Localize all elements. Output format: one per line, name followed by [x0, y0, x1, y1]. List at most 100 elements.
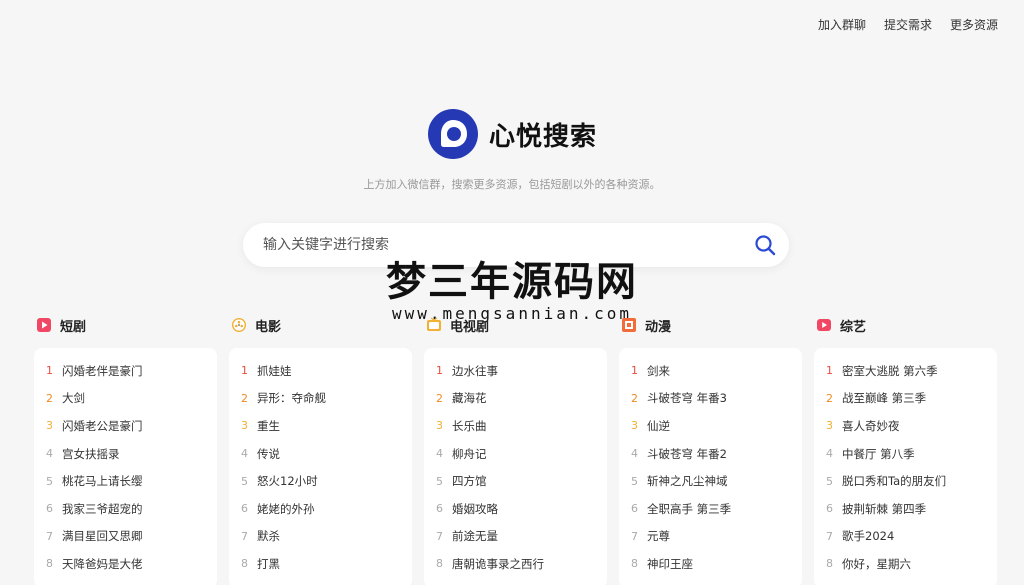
- item-title: 全职高手 第三季: [647, 501, 732, 516]
- submit-request-link[interactable]: 提交需求: [884, 16, 932, 33]
- rank-number: 8: [631, 557, 638, 571]
- list-item[interactable]: 7 满目星回又思卿: [46, 523, 217, 551]
- item-title: 剑来: [647, 363, 670, 378]
- list-item[interactable]: 3 仙逆: [631, 412, 802, 440]
- rank-number: 7: [241, 529, 248, 543]
- list-item[interactable]: 4 中餐厅 第八季: [826, 440, 997, 468]
- list-item[interactable]: 3 喜人奇妙夜: [826, 412, 997, 440]
- list-item[interactable]: 2 战至巅峰 第三季: [826, 385, 997, 413]
- rank-number: 6: [826, 502, 833, 516]
- list-item[interactable]: 1 闪婚老伴是豪门: [46, 357, 217, 385]
- list-item[interactable]: 1 边水往事: [436, 357, 607, 385]
- rank-number: 6: [46, 502, 53, 516]
- column-header[interactable]: 综艺: [814, 314, 997, 336]
- list-item[interactable]: 2 异形：夺命舰: [241, 385, 412, 413]
- list-item[interactable]: 7 默杀: [241, 523, 412, 551]
- column-3: 动漫 1 剑来 2 斗破苍穹 年番3 3 仙逆 4 斗破苍穹 年番2 5 斩神之凡尘神域 6 全职高手 …: [619, 314, 802, 585]
- column-title: 电影: [255, 319, 282, 335]
- column-header[interactable]: 电影: [229, 314, 412, 336]
- item-title: 我家三爷超宠的: [62, 501, 143, 516]
- item-title: 歌手2024: [842, 529, 895, 544]
- item-title: 婚姻攻略: [452, 501, 498, 516]
- list-item[interactable]: 1 剑来: [631, 357, 802, 385]
- list-item[interactable]: 8 神印王座: [631, 550, 802, 578]
- column-title: 电视剧: [450, 319, 490, 335]
- rank-number: 3: [631, 419, 638, 433]
- rank-number: 4: [241, 447, 248, 461]
- more-resources-link[interactable]: 更多资源: [950, 16, 998, 33]
- list-item[interactable]: 6 披荆斩棘 第四季: [826, 495, 997, 523]
- search-button[interactable]: [741, 223, 789, 267]
- list-item[interactable]: 1 密室大逃脱 第六季: [826, 357, 997, 385]
- column-header[interactable]: 动漫: [619, 314, 802, 336]
- rank-number: 7: [46, 529, 53, 543]
- column-title: 综艺: [840, 319, 867, 335]
- list-item[interactable]: 2 大剑: [46, 385, 217, 413]
- column-title: 动漫: [645, 319, 672, 335]
- list-item[interactable]: 8 唐朝诡事录之西行: [436, 550, 607, 578]
- list-item[interactable]: 4 宫女扶摇录: [46, 440, 217, 468]
- rank-number: 6: [241, 502, 248, 516]
- list-item[interactable]: 8 打黑: [241, 550, 412, 578]
- list-item[interactable]: 5 桃花马上请长缨: [46, 467, 217, 495]
- item-title: 唐朝诡事录之西行: [452, 556, 544, 571]
- list-item[interactable]: 4 传说: [241, 440, 412, 468]
- list-item[interactable]: 7 歌手2024: [826, 523, 997, 551]
- rank-number: 2: [436, 391, 443, 405]
- rank-number: 8: [826, 557, 833, 571]
- search-input[interactable]: [243, 223, 741, 267]
- rank-number: 5: [631, 474, 638, 488]
- list-item[interactable]: 7 元尊: [631, 523, 802, 551]
- list-item[interactable]: 2 斗破苍穹 年番3: [631, 385, 802, 413]
- item-title: 闪婚老公是豪门: [62, 418, 143, 433]
- item-title: 默杀: [257, 529, 280, 544]
- column-header[interactable]: 短剧: [34, 314, 217, 336]
- column-4: 综艺 1 密室大逃脱 第六季 2 战至巅峰 第三季 3 喜人奇妙夜 4 中餐厅 第八季 5 脱口秀和…: [814, 314, 997, 585]
- list-item[interactable]: 8 天降爸妈是大佬: [46, 550, 217, 578]
- list-item[interactable]: 6 全职高手 第三季: [631, 495, 802, 523]
- item-title: 仙逆: [647, 418, 670, 433]
- list-item[interactable]: 5 四方馆: [436, 467, 607, 495]
- rank-number: 5: [241, 474, 248, 488]
- item-title: 四方馆: [452, 474, 487, 489]
- list-item[interactable]: 3 重生: [241, 412, 412, 440]
- list-item[interactable]: 6 姥姥的外孙: [241, 495, 412, 523]
- list-item[interactable]: 1 抓娃娃: [241, 357, 412, 385]
- search-bar: [243, 223, 789, 267]
- list-item[interactable]: 8 你好，星期六: [826, 550, 997, 578]
- rank-number: 4: [826, 447, 833, 461]
- item-title: 神印王座: [647, 556, 693, 571]
- item-title: 闪婚老伴是豪门: [62, 363, 143, 378]
- column-0: 短剧 1 闪婚老伴是豪门 2 大剑 3 闪婚老公是豪门 4 宫女扶摇录 5 桃花马上请长缨 6 我家三爷…: [34, 314, 217, 585]
- list-item[interactable]: 3 长乐曲: [436, 412, 607, 440]
- item-title: 密室大逃脱 第六季: [842, 363, 938, 378]
- item-title: 斩神之凡尘神域: [647, 474, 728, 489]
- film-reel-icon: [231, 317, 247, 333]
- column-header[interactable]: 电视剧: [424, 314, 607, 336]
- rank-number: 5: [826, 474, 833, 488]
- list-item[interactable]: 6 婚姻攻略: [436, 495, 607, 523]
- site-logo: 心悦搜索: [0, 108, 1024, 160]
- column-1: 电影 1 抓娃娃 2 异形：夺命舰 3 重生 4 传说 5 怒火12小时 6 姥姥的外孙 7 默杀 8 打黑: [229, 314, 412, 585]
- ranking-list: 1 闪婚老伴是豪门 2 大剑 3 闪婚老公是豪门 4 宫女扶摇录 5 桃花马上请长缨 6 我家三爷超宠…: [34, 348, 217, 585]
- ranking-list: 1 密室大逃脱 第六季 2 战至巅峰 第三季 3 喜人奇妙夜 4 中餐厅 第八季 5 脱口秀和Ta…: [814, 348, 997, 585]
- item-title: 柳舟记: [452, 446, 487, 461]
- join-group-link[interactable]: 加入群聊: [818, 16, 866, 33]
- list-item[interactable]: 4 柳舟记: [436, 440, 607, 468]
- item-title: 打黑: [257, 556, 280, 571]
- ranking-columns: 短剧 1 闪婚老伴是豪门 2 大剑 3 闪婚老公是豪门 4 宫女扶摇录 5 桃花马上请长缨 6 我家三爷…: [34, 314, 997, 585]
- list-item[interactable]: 7 前途无量: [436, 523, 607, 551]
- rank-number: 6: [436, 502, 443, 516]
- item-title: 桃花马上请长缨: [62, 474, 143, 489]
- list-item[interactable]: 3 闪婚老公是豪门: [46, 412, 217, 440]
- list-item[interactable]: 5 斩神之凡尘神域: [631, 467, 802, 495]
- list-item[interactable]: 5 脱口秀和Ta的朋友们: [826, 467, 997, 495]
- item-title: 脱口秀和Ta的朋友们: [842, 474, 947, 489]
- list-item[interactable]: 2 藏海花: [436, 385, 607, 413]
- list-item[interactable]: 4 斗破苍穹 年番2: [631, 440, 802, 468]
- list-item[interactable]: 6 我家三爷超宠的: [46, 495, 217, 523]
- list-item[interactable]: 5 怒火12小时: [241, 467, 412, 495]
- item-title: 中餐厅 第八季: [842, 446, 915, 461]
- rank-number: 3: [46, 419, 53, 433]
- rank-number: 2: [46, 391, 53, 405]
